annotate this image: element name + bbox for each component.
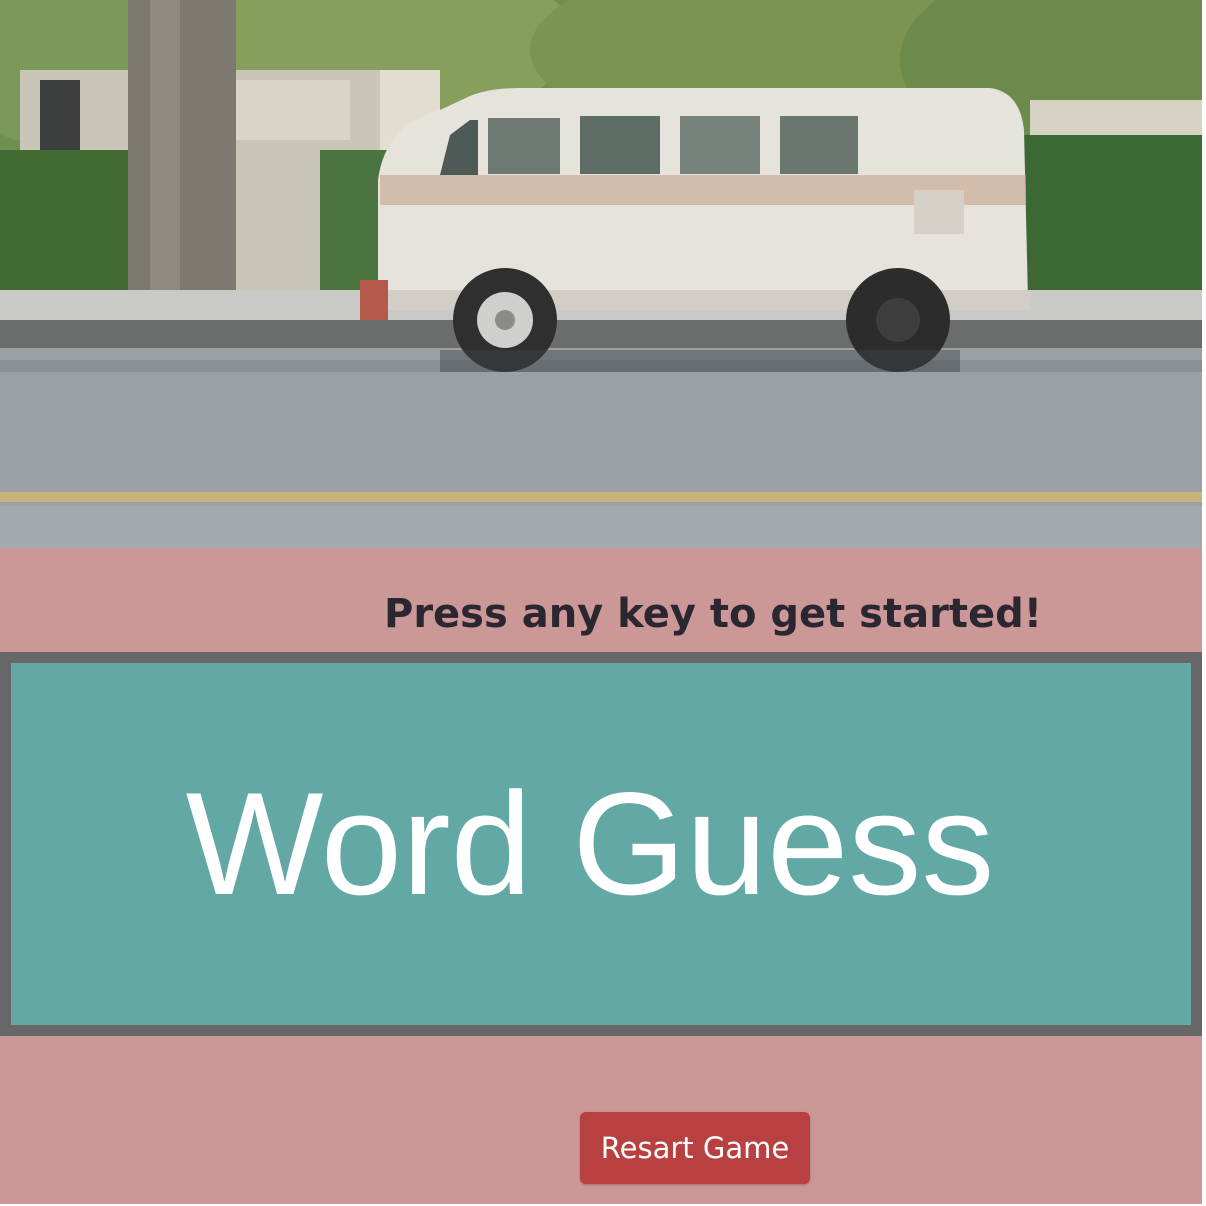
game-title: Word Guess [185,762,995,925]
hero-image [0,0,1202,548]
restart-game-button[interactable]: Resart Game [580,1112,810,1184]
word-guess-page: Press any key to get started! Word Guess… [0,0,1206,1206]
start-prompt: Press any key to get started! [384,591,1042,637]
game-panel-inner: Word Guess [11,663,1191,1025]
van-photo-icon [0,0,1202,548]
game-panel: Word Guess [0,652,1202,1036]
